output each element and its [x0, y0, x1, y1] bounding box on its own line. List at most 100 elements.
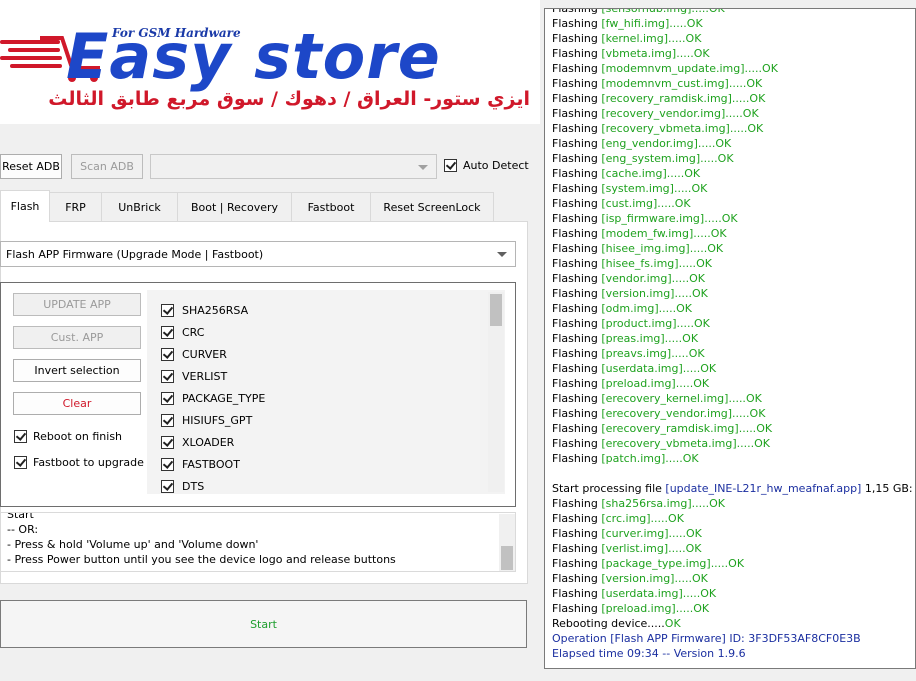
partition-label: SHA256RSA	[182, 303, 249, 317]
log-prefix: Flashing	[552, 377, 602, 390]
reset-adb-button[interactable]: Reset ADB	[0, 154, 62, 179]
tab-flash[interactable]: Flash	[0, 190, 50, 222]
partition-item[interactable]: FASTBOOT	[161, 455, 240, 473]
log-line: Flashing [eng_vendor.img].....OK	[552, 136, 915, 151]
log-status-ok: OK	[685, 542, 702, 555]
log-line: Flashing [modemnvm_update.img].....OK	[552, 61, 915, 76]
clear-button[interactable]: Clear	[13, 392, 141, 415]
tab-fastboot[interactable]: Fastboot	[291, 192, 371, 221]
log-status-ok: OK	[682, 452, 699, 465]
tab-unbrick[interactable]: UnBrick	[101, 192, 178, 221]
log-line: Flashing [odm.img].....OK	[552, 301, 915, 316]
log-line: Flashing [vbmeta.img].....OK	[552, 46, 915, 61]
partition-item[interactable]: CRC	[161, 323, 204, 341]
log-line: Flashing [product.img].....OK	[552, 316, 915, 331]
auto-detect-label: Auto Detect	[463, 159, 529, 172]
auto-detect-checkbox[interactable]: Auto Detect	[444, 159, 529, 172]
update-app-button[interactable]: UPDATE APP	[13, 293, 141, 316]
log-file: [sensorhub.img].....	[601, 8, 709, 15]
scrollbar-thumb[interactable]	[490, 294, 502, 326]
checkbox-checked-icon	[14, 456, 27, 469]
log-processing-file: [update_INE-L21r_hw_meafnaf.app]	[665, 482, 862, 495]
log-output[interactable]: Flashing [sensorhub.img].....OK Flashing …	[544, 8, 916, 669]
log-prefix: Flashing	[552, 272, 602, 285]
log-file: [modemnvm_update.img].....	[601, 62, 763, 75]
flash-mode-select[interactable]: Flash APP Firmware (Upgrade Mode | Fastb…	[0, 241, 516, 267]
partition-label: CRC	[182, 325, 205, 339]
partition-label: CURVER	[182, 347, 227, 361]
checkbox-checked-icon	[161, 369, 174, 383]
partition-item[interactable]: XLOADER	[161, 433, 234, 451]
log-line: Flashing [recovery_ramdisk.img].....OK	[552, 91, 915, 106]
log-status-ok: OK	[668, 512, 684, 525]
partition-label: FASTBOOT	[182, 457, 240, 471]
log-file: [verlist.img].....	[601, 542, 686, 555]
partition-item[interactable]: PACKAGE_TYPE	[161, 389, 265, 407]
tab-frp[interactable]: FRP	[49, 192, 102, 221]
log-line: Flashing [erecovery_kernel.img].....OK	[552, 391, 915, 406]
log-status-ok: OK	[674, 197, 691, 210]
log-prefix: Flashing	[552, 347, 602, 360]
log-prefix: Flashing	[552, 32, 602, 45]
checkbox-checked-icon	[161, 347, 174, 361]
log-line: Flashing [recovery_vendor.img].....OK	[552, 106, 915, 121]
log-processing-size: 1,15 GB:	[861, 482, 913, 495]
scrollbar-thumb[interactable]	[501, 546, 513, 570]
log-prefix: Flashing	[552, 257, 602, 270]
log-file: [kernel.img].....	[601, 32, 686, 45]
log-prefix: Flashing	[552, 92, 602, 105]
log-line: Flashing [cache.img].....OK	[552, 166, 915, 181]
log-file: [version.img].....	[601, 572, 692, 585]
log-file: [preas.img].....	[601, 332, 683, 345]
instruction-line: Start	[7, 512, 34, 521]
log-prefix: Flashing	[552, 137, 602, 150]
log-status-ok: OK	[707, 242, 724, 255]
log-prefix: Flashing	[552, 452, 602, 465]
fastboot-to-upgrade-checkbox[interactable]: Fastboot to upgrade	[14, 456, 144, 469]
partition-item[interactable]: SHA256RSA	[161, 301, 248, 319]
cust-app-button[interactable]: Cust. APP	[13, 326, 141, 349]
log-line: Flashing [isp_firmware.img].....OK	[552, 211, 915, 226]
log-line: Flashing [preavs.img].....OK	[552, 346, 915, 361]
log-status-ok: OK	[676, 302, 692, 315]
checkbox-checked-icon	[161, 303, 174, 317]
scan-adb-button[interactable]: Scan ADB	[71, 154, 143, 179]
log-file: [eng_vendor.img].....	[601, 137, 716, 150]
log-file: [hisee_img.img].....	[601, 242, 708, 255]
log-status-ok: OK	[691, 572, 708, 585]
log-line: Flashing [erecovery_ramdisk.img].....OK	[552, 421, 915, 436]
start-button[interactable]: Start	[0, 600, 527, 648]
log-prefix: Flashing	[552, 497, 602, 510]
log-prefix: Flashing	[552, 287, 602, 300]
partition-item[interactable]: HISIUFS_GPT	[161, 411, 252, 429]
log-file: [package_type.img].....	[601, 557, 729, 570]
log-status-ok: OK	[754, 437, 770, 450]
log-file: [product.img].....	[601, 317, 694, 330]
log-status-ok: OK	[686, 17, 703, 30]
tab-boot-recovery[interactable]: Boot | Recovery	[177, 192, 292, 221]
log-line: Flashing [sha256rsa.img].....OK	[552, 496, 915, 511]
reboot-on-finish-checkbox[interactable]: Reboot on finish	[14, 430, 122, 443]
log-file: [modemnvm_cust.img].....	[601, 77, 747, 90]
log-file: [preload.img].....	[601, 377, 694, 390]
log-line: Flashing [preas.img].....OK	[552, 331, 915, 346]
checkbox-checked-icon	[444, 159, 457, 172]
log-file: [recovery_vbmeta.img].....	[601, 122, 748, 135]
brand-logo: For GSM Hardware Easy store ايزي ستور- ا…	[0, 0, 540, 124]
log-status-ok: OK	[664, 617, 681, 630]
log-file: [recovery_vendor.img].....	[601, 107, 743, 120]
log-file: [preavs.img].....	[601, 347, 689, 360]
device-select[interactable]	[150, 154, 437, 179]
partition-item[interactable]: CURVER	[161, 345, 227, 363]
log-prefix: Flashing	[552, 242, 602, 255]
log-status-ok: OK	[686, 527, 702, 540]
log-status-ok: OK	[728, 557, 745, 570]
log-line: Flashing [modem_fw.img].....OK	[552, 226, 915, 241]
partition-item[interactable]: DTS	[161, 477, 204, 495]
log-file: [vendor.img].....	[601, 272, 690, 285]
log-line: Start processing file [update_INE-L21r_h…	[552, 481, 915, 496]
log-file: [modem_fw.img].....	[601, 227, 711, 240]
partition-item[interactable]: VERLIST	[161, 367, 227, 385]
invert-selection-button[interactable]: Invert selection	[13, 359, 141, 382]
tab-reset-screenlock[interactable]: Reset ScreenLock	[370, 192, 494, 221]
